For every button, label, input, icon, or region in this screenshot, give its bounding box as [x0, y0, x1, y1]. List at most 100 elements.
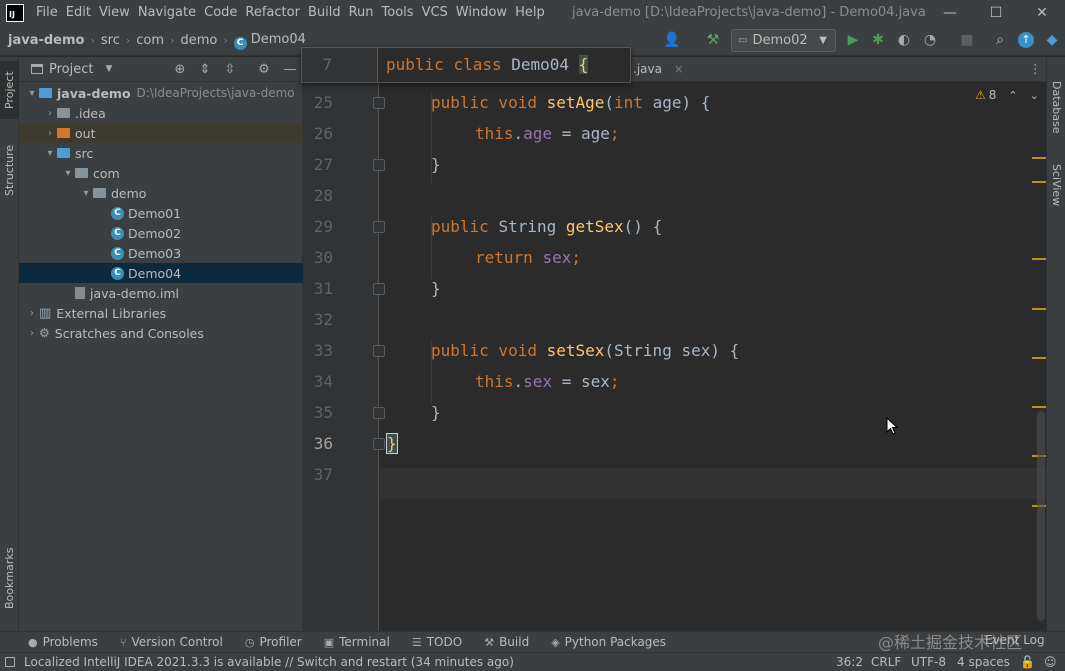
tool-python-packages[interactable]: ◈ Python Packages [551, 635, 666, 649]
tab-project[interactable]: Project [0, 61, 19, 119]
menu-vcs[interactable]: VCS [418, 0, 452, 26]
status-toggle-icon[interactable] [5, 657, 15, 667]
tool-todo[interactable]: ☰ TODO [412, 635, 462, 649]
coverage-icon[interactable]: ◐ [894, 30, 914, 50]
tree-item-scratches-and-consoles[interactable]: › ⚙ Scratches and Consoles [19, 323, 303, 343]
chevron-down-icon[interactable]: ▾ [61, 168, 75, 179]
fold-marker-icon[interactable] [373, 407, 385, 419]
inspection-widget[interactable]: ⚠ 8 ⌃ ⌄ [975, 88, 1039, 102]
breadcrumb-src[interactable]: src [98, 33, 123, 48]
menu-refactor[interactable]: Refactor [241, 0, 304, 26]
stop-icon[interactable]: ■ [957, 30, 977, 50]
editor-scrollbar[interactable] [1037, 411, 1045, 621]
fold-marker-icon[interactable] [373, 159, 385, 171]
indent-setting[interactable]: 4 spaces [957, 653, 1010, 671]
line-separator[interactable]: CRLF [871, 653, 901, 671]
chevron-right-icon[interactable]: › [43, 128, 57, 139]
search-icon[interactable]: ⌕ [990, 30, 1010, 50]
collapse-all-icon[interactable]: ⇳ [221, 61, 239, 79]
chevron-right-icon[interactable]: › [43, 108, 57, 119]
gear-icon[interactable]: ⚙ [255, 61, 273, 79]
chevron-down-icon[interactable]: ▾ [25, 88, 39, 99]
fold-marker-icon[interactable] [373, 345, 385, 357]
breadcrumb-project[interactable]: java-demo [0, 33, 87, 48]
more-tabs-icon[interactable]: ⋮ [1029, 61, 1042, 76]
chevron-down-icon[interactable]: ▾ [43, 148, 57, 159]
profile-icon[interactable]: ◔ [920, 30, 940, 50]
tree-item-src[interactable]: ▾ src [19, 143, 303, 163]
run-icon[interactable]: ▶ [843, 30, 863, 50]
fold-marker-icon[interactable] [373, 438, 385, 450]
breadcrumb-demo04[interactable]: C Demo04 [231, 32, 309, 50]
project-panel-title[interactable]: Project [49, 62, 93, 77]
menu-run[interactable]: Run [345, 0, 378, 26]
tree-item-java-demo-iml[interactable]: java-demo.iml [19, 283, 303, 303]
menu-edit[interactable]: Edit [62, 0, 95, 26]
tab-database[interactable]: Database [1047, 67, 1065, 147]
fold-marker-icon[interactable] [373, 283, 385, 295]
fold-marker-icon[interactable] [373, 97, 385, 109]
tree-item-demo03[interactable]: C Demo03 [19, 243, 303, 263]
warning-stripe-mark[interactable] [1032, 181, 1046, 183]
tree-item-demo02[interactable]: C Demo02 [19, 223, 303, 243]
jetbrains-space-icon[interactable]: ◆ [1042, 30, 1062, 50]
tool-profiler[interactable]: ◷ Profiler [245, 635, 302, 649]
breadcrumb-com[interactable]: com [133, 33, 167, 48]
tree-item-demo04[interactable]: C Demo04 [19, 263, 303, 283]
menu-navigate[interactable]: Navigate [134, 0, 200, 26]
warning-stripe-mark[interactable] [1032, 157, 1046, 159]
next-highlight-icon[interactable]: ⌄ [1030, 89, 1039, 102]
lock-icon[interactable]: 🔓 [1020, 653, 1035, 671]
tool-version-control[interactable]: ⑂ Version Control [120, 635, 223, 649]
tree-item-java-demo[interactable]: ▾ java-demo D:\IdeaProjects\java-demo [19, 83, 303, 103]
menu-view[interactable]: View [95, 0, 134, 26]
menu-build[interactable]: Build [304, 0, 345, 26]
chevron-down-icon[interactable]: ▼ [105, 64, 112, 74]
user-account-icon[interactable]: 👤 [662, 30, 682, 50]
tree-item--idea[interactable]: › .idea [19, 103, 303, 123]
tree-item-external-libraries[interactable]: › ▥ External Libraries [19, 303, 303, 323]
maximize-button[interactable]: ☐ [973, 0, 1019, 26]
tree-item-com[interactable]: ▾ com [19, 163, 303, 183]
editor-tab-demo04[interactable]: .java × [633, 62, 684, 76]
locate-file-icon[interactable]: ⊕ [171, 61, 189, 79]
tree-item-out[interactable]: › out [19, 123, 303, 143]
close-window-button[interactable]: ✕ [1019, 0, 1065, 26]
caret-position[interactable]: 36:2 [836, 653, 863, 671]
expand-all-icon[interactable]: ⇕ [196, 61, 214, 79]
chevron-down-icon[interactable]: ▾ [79, 188, 93, 199]
tab-sciview[interactable]: SciView [1047, 155, 1065, 215]
tool-terminal[interactable]: ▣ Terminal [324, 635, 390, 649]
fold-marker-icon[interactable] [373, 221, 385, 233]
sticky-scope-line[interactable]: 7 public class Demo04 { [301, 47, 631, 83]
update-icon[interactable]: ↑ [1016, 30, 1036, 50]
menu-tools[interactable]: Tools [378, 0, 418, 26]
breadcrumb-demo[interactable]: demo [177, 33, 220, 48]
chevron-right-icon[interactable]: › [25, 328, 39, 339]
tree-item-demo[interactable]: ▾ demo [19, 183, 303, 203]
build-hammer-icon[interactable]: ⚒ [703, 30, 723, 50]
menu-code[interactable]: Code [200, 0, 241, 26]
warning-stripe-mark[interactable] [1032, 406, 1046, 408]
run-configuration-select[interactable]: ▭ Demo02 ▼ [731, 29, 836, 52]
file-encoding[interactable]: UTF-8 [911, 653, 946, 671]
chevron-right-icon[interactable]: › [25, 308, 39, 319]
tool-problems[interactable]: ● Problems [28, 635, 98, 649]
warning-stripe-mark[interactable] [1032, 308, 1046, 310]
warning-stripe-mark[interactable] [1032, 258, 1046, 260]
event-log-icon[interactable]: ☺ [1044, 653, 1057, 671]
menu-file[interactable]: File [32, 0, 62, 26]
close-tab-icon[interactable]: × [674, 62, 684, 76]
hide-panel-icon[interactable]: — [281, 61, 299, 79]
tool-build[interactable]: ⚒ Build [484, 635, 529, 649]
tab-bookmarks[interactable]: Bookmarks [0, 537, 19, 619]
previous-highlight-icon[interactable]: ⌃ [1008, 89, 1017, 102]
minimize-button[interactable]: — [927, 0, 973, 26]
menu-window[interactable]: Window [452, 0, 511, 26]
menu-help[interactable]: Help [511, 0, 549, 26]
status-message[interactable]: Localized IntelliJ IDEA 2021.3.3 is avai… [24, 655, 514, 669]
tab-structure[interactable]: Structure [0, 131, 19, 209]
tree-item-demo01[interactable]: C Demo01 [19, 203, 303, 223]
debug-bug-icon[interactable]: ✱ [868, 30, 888, 50]
warning-stripe-mark[interactable] [1032, 357, 1046, 359]
